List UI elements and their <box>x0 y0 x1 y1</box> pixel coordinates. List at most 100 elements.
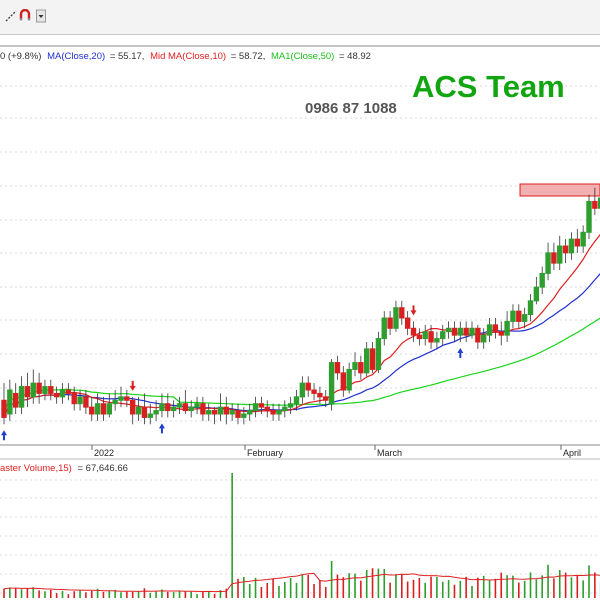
brand-watermark: ACS Team <box>412 69 565 104</box>
candle <box>551 242 557 270</box>
legend-ma20-label: MA(Close,20) <box>47 51 105 62</box>
candle-body <box>293 396 300 405</box>
candle <box>13 383 19 414</box>
candle-body <box>159 403 165 412</box>
candle-body <box>516 310 522 322</box>
candle-body <box>445 327 452 333</box>
chart-canvas: 0 (+9.8%) MA(Close,20) = 55.17, Mid MA(C… <box>0 45 600 598</box>
volume-bar <box>330 561 333 598</box>
candle <box>7 379 13 421</box>
buy-signal-arrow <box>457 348 464 358</box>
candle-body <box>521 314 528 322</box>
candle <box>18 376 25 414</box>
candle <box>416 328 423 346</box>
resistance-zone <box>519 183 600 197</box>
candle-body <box>381 317 387 340</box>
candle <box>59 383 66 404</box>
volume-bar <box>79 590 81 598</box>
candle <box>176 396 183 414</box>
volume-bar <box>500 572 503 598</box>
volume-bar <box>9 587 11 598</box>
volume-bar <box>213 593 216 598</box>
volume-bar <box>248 584 251 598</box>
candle <box>358 355 364 380</box>
candle <box>106 393 112 418</box>
legend-ma50-value: = 48.92 <box>339 51 371 62</box>
volume-bar <box>143 588 146 598</box>
candle-body <box>135 406 142 415</box>
volume-bar <box>73 591 75 598</box>
candle-body <box>252 403 259 412</box>
volume-bar <box>243 577 245 598</box>
candle-body <box>416 334 423 340</box>
candle <box>36 372 42 404</box>
candle-body <box>147 413 153 418</box>
candle <box>481 328 487 349</box>
volume-bar <box>131 591 134 598</box>
candle <box>381 311 387 346</box>
candle <box>562 239 569 264</box>
legend-ma10-value: = 58.72, <box>231 51 266 62</box>
legend-change: 0 (+9.8%) <box>0 51 41 62</box>
candle <box>486 318 493 342</box>
candle <box>112 390 118 411</box>
candle <box>42 379 48 401</box>
candle <box>369 342 376 373</box>
volume-legend: aster Volume,15) = 67,646.66 <box>0 463 128 474</box>
volume-bar <box>272 579 274 598</box>
volume-bar <box>167 591 169 598</box>
candle-body <box>211 410 218 415</box>
volume-bar <box>67 594 70 598</box>
candle-body <box>486 324 493 336</box>
candle <box>130 396 136 425</box>
candle-body <box>399 307 405 319</box>
volume-bar <box>424 582 426 598</box>
candle-body <box>451 327 458 336</box>
volume-bar <box>307 574 309 598</box>
candle-body <box>592 200 598 209</box>
candle-body <box>323 396 329 401</box>
candle <box>276 403 282 421</box>
volume-bar <box>207 591 210 598</box>
candle-body <box>328 362 335 405</box>
candle <box>89 396 95 421</box>
candle-body <box>18 386 25 408</box>
candle <box>516 304 522 329</box>
volume-bar <box>178 590 181 598</box>
candle-body <box>305 382 311 391</box>
candle-body <box>510 310 516 322</box>
candle <box>48 379 54 401</box>
phone-watermark: 0986 87 1088 <box>305 100 397 117</box>
volume-bar <box>465 576 467 598</box>
volume-bar <box>324 587 327 598</box>
candle-body <box>568 238 575 254</box>
price-grid <box>0 85 600 422</box>
candle <box>492 318 499 339</box>
candle-body <box>89 406 95 415</box>
candle-body <box>30 382 36 398</box>
candle <box>557 235 563 270</box>
candle <box>83 390 89 414</box>
candle-body <box>71 392 77 405</box>
candle <box>340 366 347 397</box>
volume-bar <box>541 575 543 598</box>
candle <box>393 300 399 332</box>
candle-body <box>545 252 551 274</box>
volume-bar <box>459 580 462 598</box>
volume-bar <box>278 586 280 598</box>
candle <box>229 403 235 421</box>
candle-body <box>247 410 253 415</box>
candle <box>282 400 288 418</box>
candle-body <box>369 348 376 370</box>
candle-body <box>13 392 19 408</box>
legend-ma50-label: MA1(Close,50) <box>271 51 334 62</box>
volume-bar <box>14 588 17 598</box>
volume-bar <box>471 586 473 598</box>
volume-bar <box>26 588 29 598</box>
candle-body <box>7 389 13 415</box>
volume-bar <box>494 578 497 598</box>
candle-body <box>358 362 364 374</box>
volume-bar <box>436 577 438 598</box>
volume-bar <box>365 570 368 598</box>
candle <box>30 369 36 404</box>
